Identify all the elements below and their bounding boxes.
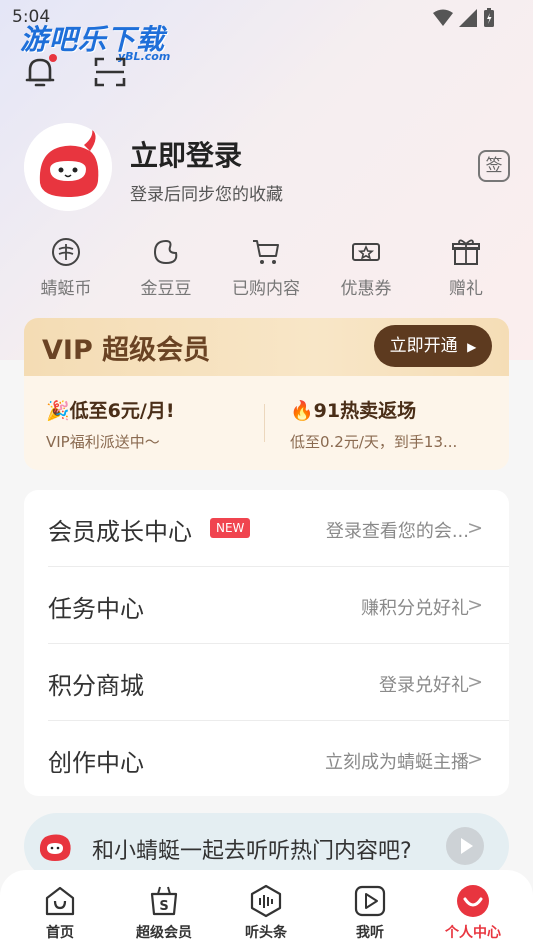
menu-item-growth-center[interactable]: 会员成长中心 NEW 登录查看您的会... > bbox=[24, 490, 509, 567]
tab-label: 听头条 bbox=[245, 925, 287, 941]
play-square-icon bbox=[354, 885, 386, 917]
sign-in-button[interactable]: 签 bbox=[478, 150, 510, 182]
quick-item-label: 金豆豆 bbox=[140, 279, 192, 299]
scan-button[interactable] bbox=[94, 56, 126, 92]
cart-icon bbox=[253, 240, 279, 264]
notification-dot bbox=[49, 54, 57, 62]
mascot-icon bbox=[39, 834, 71, 861]
fire-icon: 🔥 bbox=[290, 400, 314, 422]
tab-home[interactable]: 首页 bbox=[8, 884, 112, 942]
quick-item-label: 优惠券 bbox=[340, 279, 392, 299]
menu-item-hint: 立刻成为蜻蜓主播 bbox=[325, 752, 469, 773]
vip-offer-left[interactable]: 🎉低至6元/月! VIP福利派送中～ bbox=[46, 396, 175, 452]
tab-super-vip[interactable]: S 超级会员 bbox=[112, 884, 216, 942]
menu-item-hint: 登录兑好礼 bbox=[379, 675, 469, 696]
menu-item-hint: 赚积分兑好礼 bbox=[361, 598, 469, 619]
mini-player-play-button[interactable] bbox=[446, 827, 484, 865]
quick-item-coupon[interactable]: 优惠券 bbox=[316, 236, 416, 299]
dragonfly-coin-icon bbox=[52, 238, 80, 266]
vip-offer-right-title: 91热卖返场 bbox=[313, 400, 417, 422]
quick-item-label: 已购内容 bbox=[232, 279, 300, 299]
chevron-right-icon: > bbox=[467, 517, 483, 539]
quick-actions: 蜻蜓币 金豆豆 已购内容 优惠券 赠礼 bbox=[16, 236, 516, 299]
gold-bean-icon bbox=[153, 239, 178, 265]
signal-icon bbox=[459, 9, 477, 27]
menu-item-label: 创作中心 bbox=[48, 749, 144, 777]
avatar[interactable] bbox=[24, 123, 112, 211]
quick-item-gift[interactable]: 赠礼 bbox=[416, 236, 516, 299]
tab-label: 首页 bbox=[46, 925, 74, 941]
tab-profile[interactable]: 个人中心 bbox=[421, 884, 525, 942]
headline-icon bbox=[250, 884, 282, 918]
tab-label: 我听 bbox=[356, 925, 384, 941]
notification-button[interactable] bbox=[22, 54, 58, 94]
tab-my-listening[interactable]: 我听 bbox=[318, 884, 422, 942]
menu-item-creator-center[interactable]: 创作中心 立刻成为蜻蜓主播 > bbox=[24, 721, 509, 798]
vip-offer-right-subtitle: 低至0.2元/天，到手13... bbox=[290, 433, 458, 451]
quick-item-beans[interactable]: 金豆豆 bbox=[116, 236, 216, 299]
profile-icon bbox=[457, 885, 489, 917]
vip-divider bbox=[264, 404, 265, 442]
vip-offer-left-title: 低至6元/月! bbox=[69, 400, 175, 422]
bell-icon bbox=[25, 54, 57, 87]
gift-icon bbox=[452, 239, 480, 265]
tab-label: 个人中心 bbox=[445, 925, 501, 941]
tab-headlines[interactable]: 听头条 bbox=[214, 884, 318, 942]
svg-text:S: S bbox=[159, 899, 168, 914]
play-icon bbox=[461, 838, 473, 854]
coupon-icon bbox=[352, 243, 380, 261]
menu-card: 会员成长中心 NEW 登录查看您的会... > 任务中心 赚积分兑好礼 > 积分… bbox=[24, 490, 509, 796]
new-badge: NEW bbox=[210, 518, 251, 538]
vip-open-label: 立即开通 bbox=[389, 336, 458, 356]
menu-item-hint: 登录查看您的会... bbox=[325, 521, 469, 542]
party-popper-icon: 🎉 bbox=[46, 400, 70, 422]
login-title[interactable]: 立即登录 bbox=[130, 134, 242, 174]
menu-item-label: 任务中心 bbox=[48, 595, 144, 623]
wifi-icon bbox=[433, 9, 453, 26]
chevron-right-icon: > bbox=[467, 748, 483, 770]
menu-item-label: 积分商城 bbox=[48, 672, 144, 700]
vip-card-header: VIP 超级会员 立即开通 ▶ bbox=[24, 318, 509, 376]
login-subtitle: 登录后同步您的收藏 bbox=[130, 185, 283, 205]
vip-offer-right[interactable]: 🔥91热卖返场 低至0.2元/天，到手13... bbox=[290, 396, 457, 452]
bottom-tab-bar: 首页 S 超级会员 听头条 我听 个人中心 bbox=[0, 870, 533, 948]
chevron-right-icon: > bbox=[467, 594, 483, 616]
menu-item-task-center[interactable]: 任务中心 赚积分兑好礼 > bbox=[24, 567, 509, 644]
status-icons bbox=[433, 8, 495, 28]
menu-item-label: 会员成长中心 bbox=[48, 518, 192, 546]
mini-player-text: 和小蜻蜓一起去听听热门内容吧? bbox=[92, 839, 412, 864]
play-triangle-icon: ▶ bbox=[467, 340, 477, 354]
home-icon bbox=[45, 886, 75, 916]
quick-item-label: 赠礼 bbox=[449, 279, 483, 299]
quick-item-coins[interactable]: 蜻蜓币 bbox=[16, 236, 116, 299]
scan-icon bbox=[94, 57, 126, 87]
tab-label: 超级会员 bbox=[136, 925, 192, 941]
vip-title: VIP 超级会员 bbox=[42, 335, 211, 366]
vip-bag-icon: S bbox=[150, 886, 178, 916]
battery-icon bbox=[484, 8, 494, 27]
quick-item-purchased[interactable]: 已购内容 bbox=[216, 236, 316, 299]
menu-item-points-mall[interactable]: 积分商城 登录兑好礼 > bbox=[24, 644, 509, 721]
mascot-avatar-icon bbox=[24, 123, 112, 211]
vip-open-button[interactable]: 立即开通 ▶ bbox=[374, 325, 492, 367]
vip-card[interactable]: VIP 超级会员 立即开通 ▶ 🎉低至6元/月! VIP福利派送中～ 🔥91热卖… bbox=[24, 318, 509, 470]
chevron-right-icon: > bbox=[467, 671, 483, 693]
vip-offer-left-subtitle: VIP福利派送中～ bbox=[46, 433, 160, 451]
quick-item-label: 蜻蜓币 bbox=[40, 279, 92, 299]
